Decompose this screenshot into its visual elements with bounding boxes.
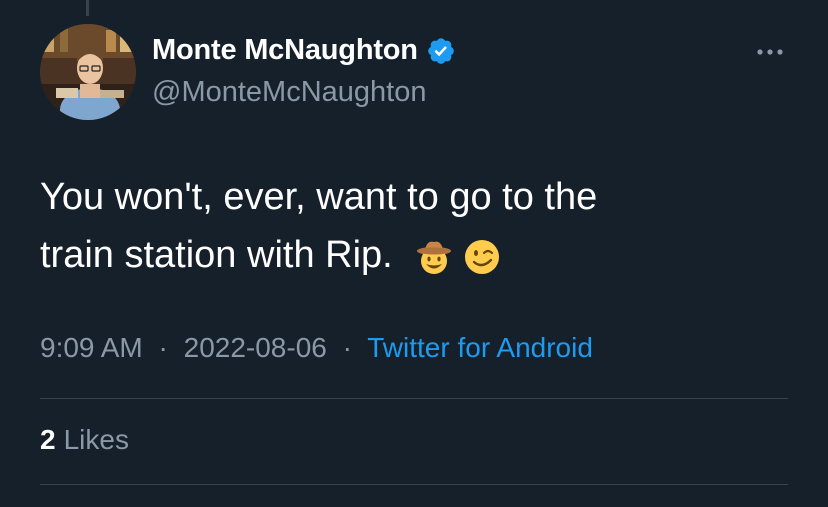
more-options-icon[interactable] bbox=[752, 40, 788, 64]
likes-stat[interactable]: 2 Likes bbox=[40, 424, 129, 456]
tweet-meta: 9:09 AM · 2022-08-06 · Twitter for Andro… bbox=[40, 332, 593, 364]
tweet-text-line-2-content: train station with Rip. bbox=[40, 234, 393, 276]
likes-count: 2 bbox=[40, 424, 56, 455]
tweet-date[interactable]: 2022-08-06 bbox=[184, 332, 327, 363]
avatar[interactable] bbox=[40, 24, 136, 120]
thread-connector-line bbox=[86, 0, 89, 16]
tweet-text-line-2: train station with Rip. bbox=[40, 226, 780, 284]
verified-badge-icon bbox=[426, 36, 456, 66]
likes-label: Likes bbox=[63, 424, 129, 455]
display-name[interactable]: Monte McNaughton bbox=[152, 34, 418, 67]
tweet-text-line-1: You won't, ever, want to go to the bbox=[40, 176, 598, 218]
author-name-row[interactable]: Monte McNaughton bbox=[152, 34, 456, 67]
cowboy-hat-face-emoji-icon bbox=[415, 238, 453, 276]
tweet-time[interactable]: 9:09 AM bbox=[40, 332, 143, 363]
tweet-card: Monte McNaughton @MonteMcNaughton You wo… bbox=[0, 0, 828, 507]
author-handle[interactable]: @MonteMcNaughton bbox=[152, 76, 426, 109]
tweet-source-link[interactable]: Twitter for Android bbox=[367, 332, 593, 363]
avatar-photo bbox=[40, 24, 136, 120]
tweet-text: You won't, ever, want to go to the train… bbox=[40, 168, 780, 284]
divider bbox=[40, 398, 788, 399]
winking-face-emoji-icon bbox=[463, 238, 501, 276]
meta-separator: · bbox=[158, 332, 168, 363]
divider bbox=[40, 484, 788, 485]
meta-separator: · bbox=[342, 332, 352, 363]
